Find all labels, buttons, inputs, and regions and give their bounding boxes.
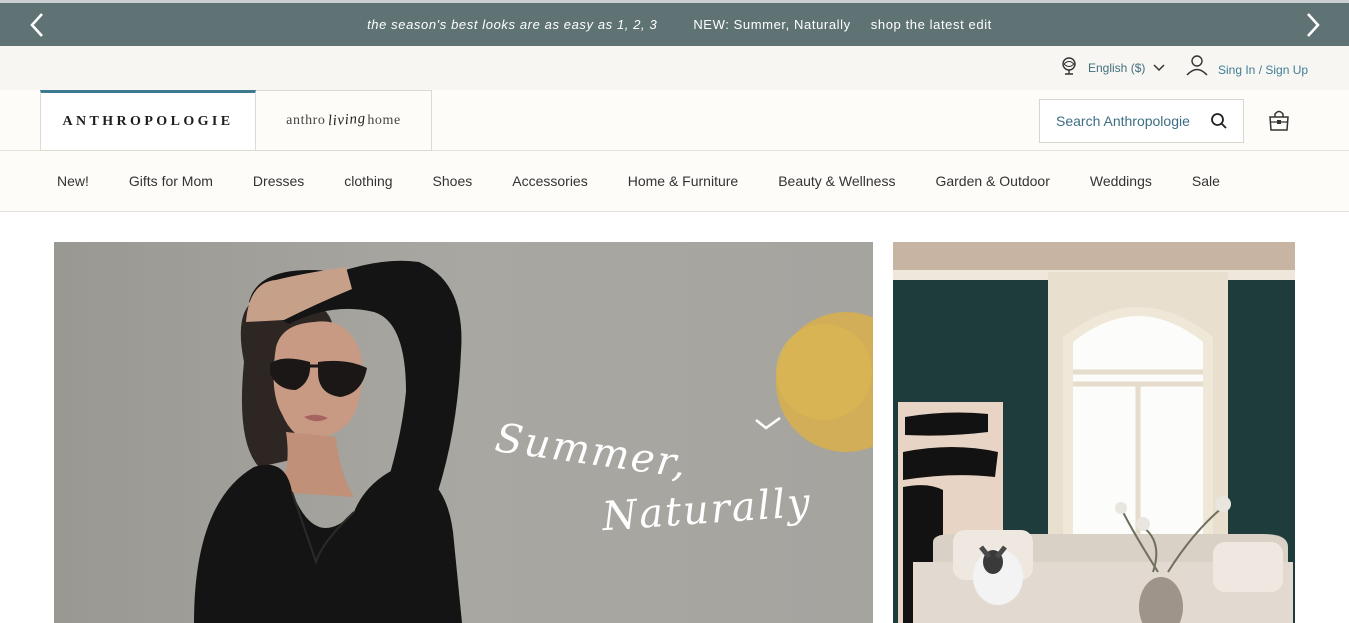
nav-item-beauty-wellness[interactable]: Beauty & Wellness: [778, 173, 895, 189]
search-input[interactable]: [1056, 113, 1204, 129]
sign-in-link[interactable]: Sing In / Sign Up: [1186, 54, 1308, 79]
nav-item-home-furniture[interactable]: Home & Furniture: [628, 173, 738, 189]
nav-item-garden-outdoor[interactable]: Garden & Outdoor: [935, 173, 1049, 189]
hero-summer-naturally[interactable]: Summer, Naturally: [54, 242, 873, 623]
nav-item-gifts-for-mom[interactable]: Gifts for Mom: [129, 173, 213, 189]
shopping-bag-icon[interactable]: [1267, 108, 1291, 134]
anthroliving-logo-prefix: anthro: [286, 113, 326, 128]
nav-item-dresses[interactable]: Dresses: [253, 173, 304, 189]
promo-message-2[interactable]: NEW: Summer, Naturally: [693, 17, 850, 32]
main-nav: New! Gifts for Mom Dresses clothing Shoe…: [0, 151, 1349, 212]
language-label: English ($): [1088, 60, 1146, 75]
hero-headline-line-2: Naturally: [600, 479, 814, 541]
prev-arrow-icon[interactable]: [26, 10, 50, 40]
hero-headline: Summer, Naturally: [492, 415, 813, 540]
nav-item-accessories[interactable]: Accessories: [512, 173, 587, 189]
anthropologie-tab[interactable]: ANTHROPOLOGIE: [40, 90, 256, 151]
hero-living-room[interactable]: [893, 242, 1295, 623]
sign-in-label: Sing In / Sign Up: [1218, 62, 1309, 77]
chevron-down-icon: [1153, 61, 1165, 75]
search-box[interactable]: [1039, 99, 1244, 143]
promo-banner: the season's best looks are as easy as 1…: [0, 0, 1349, 46]
nav-item-sale[interactable]: Sale: [1192, 173, 1220, 189]
nav-item-weddings[interactable]: Weddings: [1090, 173, 1152, 189]
anthroliving-tab[interactable]: anthro living home: [256, 90, 432, 151]
living-room-image: [893, 242, 1295, 623]
language-selector[interactable]: English ($): [1060, 56, 1165, 79]
anthroliving-logo: anthro living home: [286, 110, 401, 130]
hero-model-image: [194, 260, 873, 623]
nav-item-new[interactable]: New!: [57, 173, 89, 189]
globe-icon: [1060, 56, 1078, 79]
search-icon[interactable]: [1210, 112, 1228, 130]
nav-item-shoes[interactable]: Shoes: [433, 173, 473, 189]
next-arrow-icon[interactable]: [1300, 10, 1324, 40]
anthroliving-logo-suffix: home: [367, 113, 401, 128]
promo-message-3[interactable]: shop the latest edit: [871, 17, 992, 32]
user-icon: [1186, 54, 1208, 79]
site-header: ANTHROPOLOGIE anthro living home: [0, 90, 1349, 151]
utility-bar: English ($) Sing In / Sign Up: [0, 46, 1349, 90]
nav-item-clothing[interactable]: clothing: [344, 173, 392, 189]
anthroliving-logo-script: living: [326, 110, 366, 130]
anthropologie-logo: ANTHROPOLOGIE: [62, 113, 234, 129]
promo-message-1[interactable]: the season's best looks are as easy as 1…: [367, 17, 657, 32]
